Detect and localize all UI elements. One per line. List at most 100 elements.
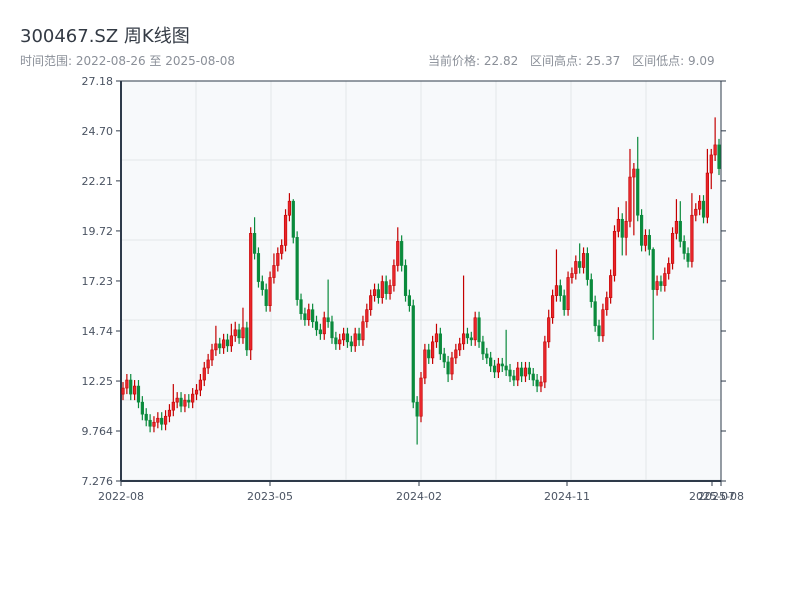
candle-body-down <box>465 333 470 339</box>
candle-body-up <box>667 263 671 274</box>
candle-body-down <box>678 220 682 242</box>
candle-body-down <box>384 281 388 294</box>
candle-body-down <box>442 353 446 363</box>
candle-body-down <box>593 301 597 327</box>
candle-body-up <box>396 241 400 266</box>
candle-body-up <box>280 245 284 254</box>
candle-body-up <box>156 417 160 423</box>
candle-body-down <box>407 295 411 306</box>
candle-body-up <box>233 329 237 337</box>
candle-body-up <box>609 275 613 298</box>
candle-body-up <box>361 321 365 341</box>
candle-body-up <box>341 333 346 341</box>
candle-body-down <box>717 144 721 169</box>
x-tick-label: 2024-11 <box>544 490 590 503</box>
candle-body-down <box>489 357 493 367</box>
candle-body-down <box>179 397 183 407</box>
candle-body-up <box>458 343 462 351</box>
candle-body-down <box>295 237 299 300</box>
candle-body-up <box>663 273 667 286</box>
candle-body-down <box>311 309 315 323</box>
candle-body-down <box>639 214 644 246</box>
candle-body-up <box>365 309 369 323</box>
candle-body-down <box>357 333 361 341</box>
candle-body-up <box>690 214 694 262</box>
candle-body-down <box>400 241 404 266</box>
candle-body-up <box>423 349 427 379</box>
candle-body-up <box>249 233 253 351</box>
candle-body-up <box>655 281 659 290</box>
candle-body-up <box>283 214 288 246</box>
candle-body-down <box>256 253 261 282</box>
candle-body-up <box>125 379 129 389</box>
candle-body-up <box>380 281 384 298</box>
candle-body-up <box>353 333 357 347</box>
candle-body-down <box>160 417 164 425</box>
candle-body-up <box>175 397 179 403</box>
candle-body-up <box>581 253 586 268</box>
candle-body-up <box>461 333 466 345</box>
candle-body-down <box>349 341 353 347</box>
candle-body-up <box>171 401 175 411</box>
candle-body-up <box>191 393 195 403</box>
candle-body-up <box>554 285 559 296</box>
candle-body-down <box>682 241 686 254</box>
candle-body-down <box>318 329 322 335</box>
candle-body-up <box>322 317 326 335</box>
candle-body-up <box>268 277 272 306</box>
candle-body-up <box>713 144 717 156</box>
candle-body-down <box>508 369 512 377</box>
candle-body-up <box>206 359 210 369</box>
candle-body-down <box>291 200 295 238</box>
candle-body-down <box>558 285 562 296</box>
candle-body-up <box>566 277 570 310</box>
candle-body-down <box>264 289 268 306</box>
candle-body-down <box>585 253 590 280</box>
candle-body-up <box>210 349 214 361</box>
candle-body-up <box>214 343 218 351</box>
candle-body-down <box>187 399 191 403</box>
candle-body-down <box>535 379 539 387</box>
candle-body-down <box>597 325 601 337</box>
candle-body-up <box>674 220 679 234</box>
candle-body-down <box>225 339 230 347</box>
candle-body-up <box>539 381 543 387</box>
candle-body-up <box>709 154 713 174</box>
candle-body-up <box>183 399 187 407</box>
candle-body-up <box>431 341 435 359</box>
candle-body-up <box>121 387 125 395</box>
candle-body-down <box>477 317 481 343</box>
candle-body-up <box>241 327 245 339</box>
candle-body-down <box>636 168 640 216</box>
candle-body-down <box>140 401 144 415</box>
candle-body-up <box>198 379 203 391</box>
candle-body-down <box>531 373 535 381</box>
candle-body-up <box>473 317 477 341</box>
candle-body-down <box>334 337 338 345</box>
candle-body-down <box>589 279 593 302</box>
y-tick-label: 7.276 <box>82 475 114 488</box>
candle-body-up <box>222 339 226 349</box>
candle-body-down <box>427 349 431 359</box>
y-tick-label: 12.25 <box>82 375 114 388</box>
candle-body-down <box>520 367 524 377</box>
candle-body-up <box>601 309 605 337</box>
candle-body-down <box>578 261 582 268</box>
candle-body-down <box>504 365 508 371</box>
candle-body-down <box>303 313 307 321</box>
x-tick-label: 2023-05 <box>247 490 293 503</box>
y-tick-label: 9.764 <box>82 425 114 438</box>
candle-body-down <box>446 361 450 375</box>
y-tick-label: 14.74 <box>82 325 114 338</box>
candle-body-up <box>550 295 555 319</box>
candle-body-down <box>148 419 152 427</box>
candle-body-down <box>237 329 241 339</box>
x-tick-label: 2022-08 <box>98 490 144 503</box>
y-tick-label: 17.23 <box>82 275 114 288</box>
y-tick-label: 27.18 <box>82 75 114 88</box>
candle-body-up <box>454 349 458 359</box>
candle-body-up <box>276 253 280 266</box>
candle-body-up <box>547 317 551 343</box>
candle-body-up <box>392 265 396 286</box>
candle-body-up <box>612 231 617 276</box>
